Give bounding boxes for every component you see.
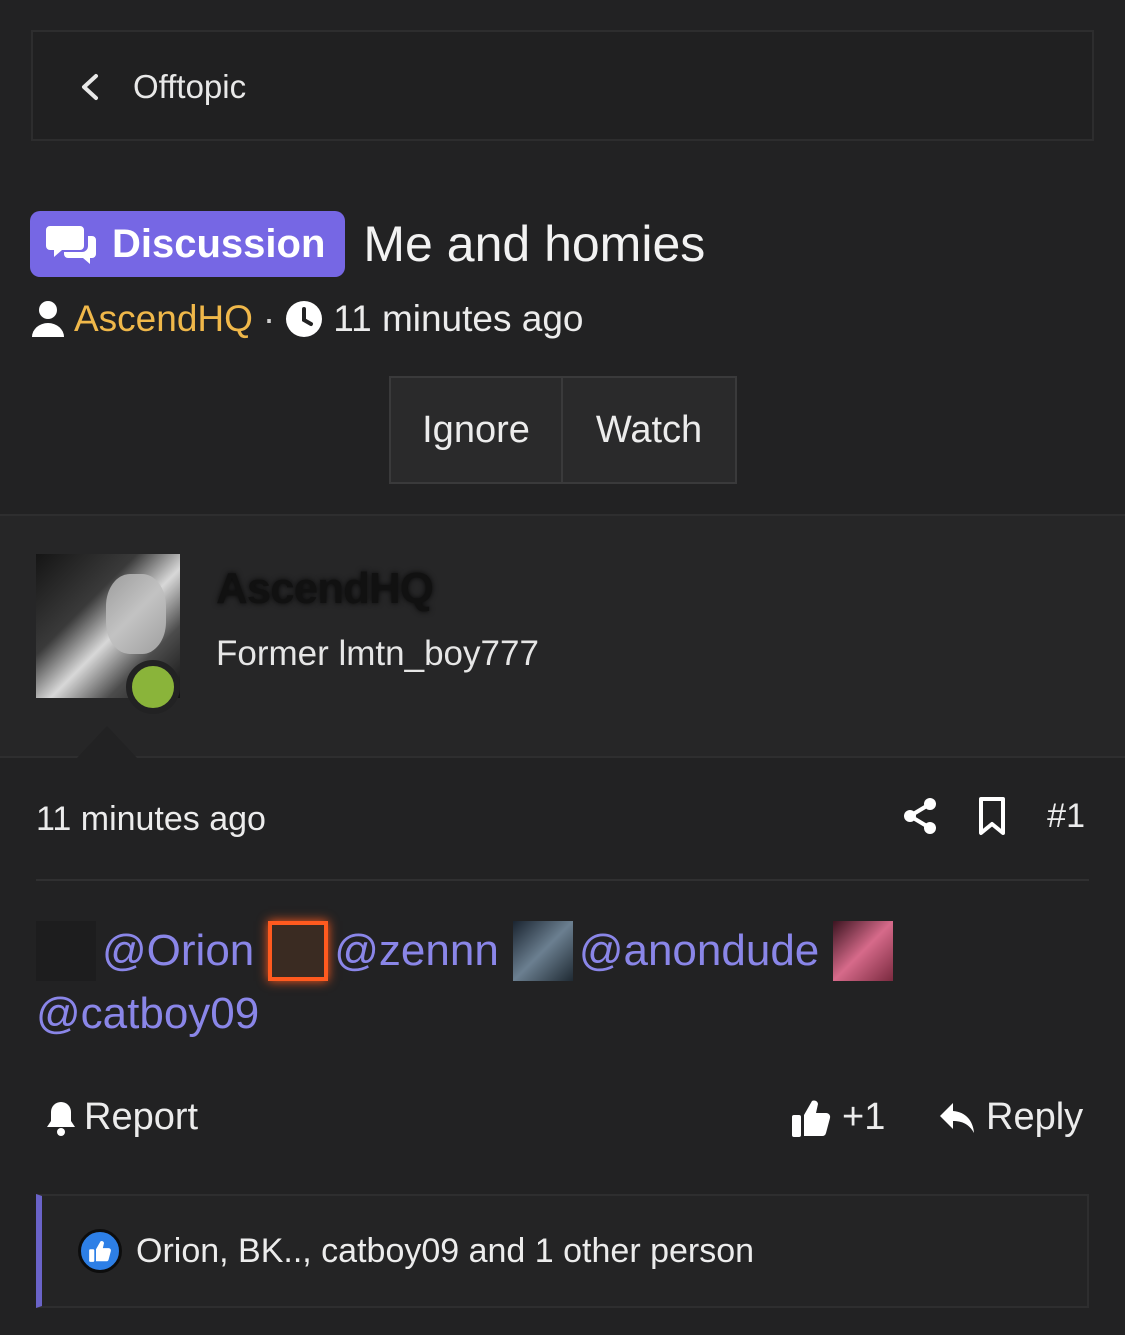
post-footer: Report +1 Reply <box>44 1096 1089 1146</box>
chevron-left-icon <box>82 74 98 100</box>
report-button[interactable]: Report <box>44 1096 198 1139</box>
mention-link[interactable]: @Orion <box>102 919 254 982</box>
reply-button[interactable]: Reply <box>938 1096 1083 1139</box>
post-divider <box>36 879 1089 881</box>
reply-label: Reply <box>986 1096 1084 1138</box>
mention-link[interactable]: @anondude <box>579 919 819 982</box>
mention-avatar <box>833 920 894 981</box>
clock-icon <box>286 301 323 337</box>
chat-bubbles-icon <box>46 226 96 264</box>
post-username[interactable]: AscendHQ <box>216 564 434 614</box>
prefix-label: Discussion <box>112 221 326 266</box>
message-arrow <box>77 726 137 758</box>
thumbs-up-icon <box>792 1099 831 1137</box>
report-label: Report <box>84 1096 199 1138</box>
mention-avatar <box>36 920 96 981</box>
thread-meta: AscendHQ · 11 minutes ago <box>30 298 584 340</box>
prefix-badge[interactable]: Discussion <box>30 211 346 277</box>
post-actions: #1 <box>903 796 1085 836</box>
mention-avatar <box>512 920 573 981</box>
share-icon[interactable] <box>903 796 937 836</box>
mention-link[interactable]: @catboy09 <box>36 982 259 1045</box>
user-icon <box>32 301 64 337</box>
meta-separator: · <box>262 298 276 339</box>
post-time[interactable]: 11 minutes ago <box>36 800 266 839</box>
thread-time[interactable]: 11 minutes ago <box>333 298 583 340</box>
user-title: Former lmtn_boy777 <box>216 634 539 673</box>
breadcrumb[interactable]: Offtopic <box>31 30 1094 141</box>
like-count: +1 <box>842 1096 886 1138</box>
thread-button-group: Ignore Watch <box>389 376 737 484</box>
watch-button[interactable]: Watch <box>563 378 735 482</box>
post-user-block: AscendHQ Former lmtn_boy777 <box>0 514 1125 758</box>
thread-header: Discussion Me and homies <box>30 211 705 277</box>
mention-row: @Orion @zennn @anondude <box>36 919 1096 982</box>
breadcrumb-label[interactable]: Offtopic <box>133 68 246 106</box>
bell-icon <box>47 1101 75 1136</box>
mention-avatar <box>268 920 329 981</box>
ignore-button[interactable]: Ignore <box>391 378 563 482</box>
mention-row: @catboy09 <box>36 982 1096 1045</box>
bookmark-icon[interactable] <box>975 796 1009 836</box>
mention-link[interactable]: @zennn <box>334 919 499 982</box>
reactions-bar[interactable]: Orion, BK.., catboy09 and 1 other person <box>36 1194 1089 1308</box>
post-body: @Orion @zennn @anondude @catboy09 <box>36 919 1096 1045</box>
thread-title: Me and homies <box>363 216 706 272</box>
reply-icon <box>940 1102 974 1133</box>
like-button[interactable]: +1 <box>790 1096 885 1139</box>
author-link[interactable]: AscendHQ <box>74 298 253 340</box>
post-number-link[interactable]: #1 <box>1047 797 1085 836</box>
like-reaction-icon <box>78 1229 122 1273</box>
reactions-text[interactable]: Orion, BK.., catboy09 and 1 other person <box>136 1232 754 1271</box>
avatar-face <box>106 574 166 654</box>
thumbs-up-icon <box>89 1240 111 1262</box>
online-status-indicator <box>126 660 180 714</box>
